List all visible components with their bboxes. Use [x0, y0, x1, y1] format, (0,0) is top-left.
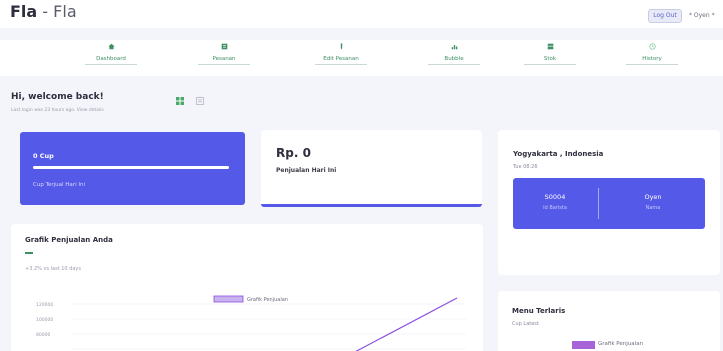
- brand-separator: -: [37, 2, 54, 21]
- nav-underline: [198, 64, 250, 65]
- nav-item-bubble[interactable]: Bubble: [399, 43, 509, 65]
- nav-underline: [428, 64, 480, 65]
- menu-legend-label: Grafik Penjualan: [598, 341, 644, 347]
- barista-name-value: Oyen: [644, 193, 662, 201]
- nav-item-history[interactable]: History: [597, 43, 707, 65]
- cup-label: Cup Terjual Hari Ini: [33, 182, 85, 188]
- grid-view-icon[interactable]: [176, 97, 184, 105]
- y-tick-label: 100000: [36, 317, 53, 323]
- location-time: Tue 08:26: [513, 164, 538, 170]
- nav-label: Edit Pesanan: [323, 56, 359, 62]
- menu-legend-swatch: [572, 341, 595, 349]
- nav-label: Bubble: [444, 56, 464, 62]
- list-view-icon[interactable]: [196, 97, 204, 105]
- barista-name-label: Nama: [645, 205, 661, 211]
- cup-sold-card: 0 Cup Cup Terjual Hari Ini: [20, 132, 245, 205]
- nav-item-dashboard[interactable]: Dashboard: [56, 43, 166, 65]
- chart-subtitle: +3.2% vs last 10 days: [25, 266, 81, 272]
- nav-label: Pesanan: [212, 56, 236, 62]
- brand-subtitle: Fla: [53, 2, 77, 21]
- top-header: Fla - Fla Log Out * Oyen *: [0, 0, 723, 28]
- series-line: [355, 297, 458, 351]
- brand-title[interactable]: Fla - Fla: [10, 2, 77, 21]
- logout-button[interactable]: Log Out: [648, 9, 682, 23]
- nav-item-stok[interactable]: Stok: [495, 43, 605, 65]
- sales-line-chart: Grafik Penjualan 120000 100000 80000: [36, 295, 466, 351]
- home-icon: [107, 43, 115, 50]
- nav-underline: [85, 64, 137, 65]
- menu-subtitle: Cup Latest: [512, 321, 539, 327]
- chart-title-accent: [25, 252, 33, 254]
- cup-count: 0 Cup: [33, 152, 54, 160]
- sales-accent-bar: [261, 204, 482, 207]
- location-card: Yogyakarta , Indonesia Tue 08:26 S0004 I…: [498, 130, 720, 275]
- barista-id-value: S0004: [544, 193, 566, 201]
- sales-today-card: Rp. 0 Penjualan Hari Ini: [261, 130, 482, 207]
- cup-progress-bar: [33, 166, 229, 169]
- brand-name: Fla: [10, 2, 38, 21]
- welcome-subtitle[interactable]: Last login was 23 hours ago. View detail…: [11, 108, 104, 113]
- welcome-title: Hi, welcome back!: [11, 92, 104, 102]
- nav-underline: [315, 64, 367, 65]
- nav-label: Dashboard: [96, 56, 126, 62]
- top-menu-card: Menu Terlaris Cup Latest Grafik Penjuala…: [498, 291, 720, 351]
- chart-title: Grafik Penjualan Anda: [25, 236, 113, 244]
- sales-value: Rp. 0: [276, 146, 311, 160]
- box-icon: [547, 43, 553, 50]
- nav-underline: [626, 64, 678, 65]
- sales-chart-card: Grafik Penjualan Anda +3.2% vs last 10 d…: [11, 224, 483, 351]
- barista-id-label: Id Barista: [543, 205, 567, 211]
- main-nav: Dashboard Pesanan Edit Pesanan Bubble St…: [0, 40, 723, 76]
- nav-label: History: [642, 56, 662, 62]
- user-menu[interactable]: * Oyen *: [689, 12, 715, 19]
- panel-divider: [598, 188, 599, 219]
- location-city: Yogyakarta , Indonesia: [513, 150, 604, 158]
- barista-name-block: Oyen Nama: [623, 193, 683, 211]
- chart-icon: [451, 45, 457, 50]
- edit-icon: [340, 43, 342, 50]
- barista-id-block: S0004 Id Barista: [525, 193, 585, 211]
- nav-item-pesanan[interactable]: Pesanan: [169, 43, 279, 65]
- history-icon: [648, 43, 656, 50]
- y-tick-label: 120000: [36, 302, 53, 308]
- nav-label: Stok: [543, 56, 557, 62]
- legend-label: Grafik Penjualan: [247, 297, 288, 303]
- sales-label: Penjualan Hari Ini: [276, 167, 337, 174]
- nav-underline: [524, 64, 576, 65]
- cart-icon: [221, 43, 227, 50]
- barista-info-panel: S0004 Id Barista Oyen Nama: [513, 178, 705, 229]
- menu-title: Menu Terlaris: [512, 307, 566, 315]
- y-tick-label: 80000: [36, 332, 50, 338]
- legend-swatch: [213, 295, 244, 303]
- nav-item-edit-pesanan[interactable]: Edit Pesanan: [286, 43, 396, 65]
